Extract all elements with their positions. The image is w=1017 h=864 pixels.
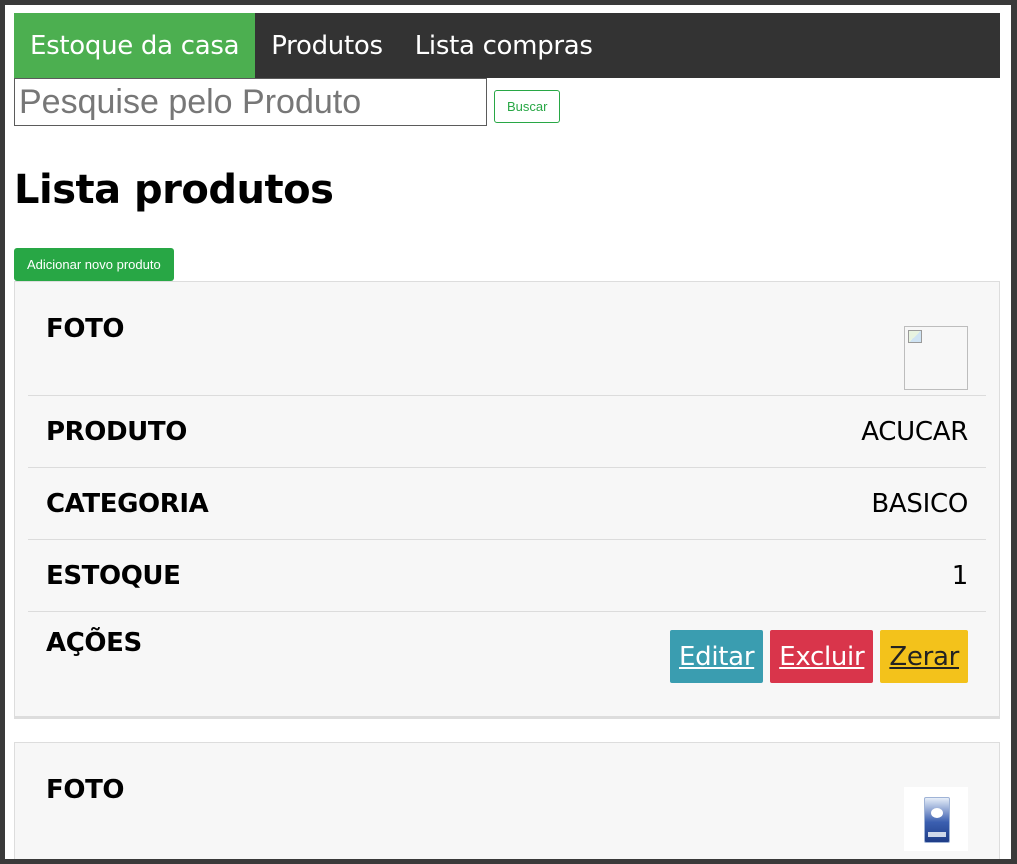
product-card: FOTO: [14, 742, 1000, 864]
actions-label: AÇÕES: [46, 628, 142, 658]
edit-button[interactable]: Editar: [670, 630, 764, 683]
sugar-bag-image: [904, 787, 968, 851]
search-bar: Buscar: [14, 78, 1000, 126]
stock-label: ESTOQUE: [46, 560, 181, 591]
photo-row: FOTO: [28, 757, 986, 857]
add-product-button[interactable]: Adicionar novo produto: [14, 248, 174, 281]
photo-row: FOTO: [28, 296, 986, 396]
delete-button[interactable]: Excluir: [770, 630, 874, 683]
category-value: BASICO: [871, 488, 968, 519]
product-card: FOTO PRODUTO ACUCAR CATEGORIA BASICO EST…: [14, 281, 1000, 719]
photo-label: FOTO: [46, 775, 125, 805]
actions-row: AÇÕES Editar Excluir Zerar: [28, 612, 986, 698]
stock-row: ESTOQUE 1: [28, 540, 986, 612]
page: Estoque da casa Produtos Lista compras B…: [14, 13, 1000, 864]
category-label: CATEGORIA: [46, 488, 209, 519]
broken-image-icon: [904, 326, 968, 390]
search-button[interactable]: Buscar: [494, 89, 561, 123]
product-label: PRODUTO: [46, 416, 187, 447]
top-navbar: Estoque da casa Produtos Lista compras: [14, 13, 1000, 78]
category-row: CATEGORIA BASICO: [28, 468, 986, 540]
nav-item-estoque[interactable]: Estoque da casa: [14, 13, 256, 78]
product-row: PRODUTO ACUCAR: [28, 396, 986, 468]
scrollbar-marker[interactable]: [1013, 420, 1017, 444]
actions-group: Editar Excluir Zerar: [670, 630, 968, 683]
nav-item-produtos[interactable]: Produtos: [255, 13, 398, 78]
product-value: ACUCAR: [861, 416, 968, 447]
reset-button[interactable]: Zerar: [880, 630, 968, 683]
page-title: Lista produtos: [14, 167, 334, 213]
photo-label: FOTO: [46, 314, 125, 344]
search-input[interactable]: [14, 78, 487, 126]
nav-item-lista-compras[interactable]: Lista compras: [399, 13, 609, 78]
stock-value: 1: [951, 560, 969, 591]
